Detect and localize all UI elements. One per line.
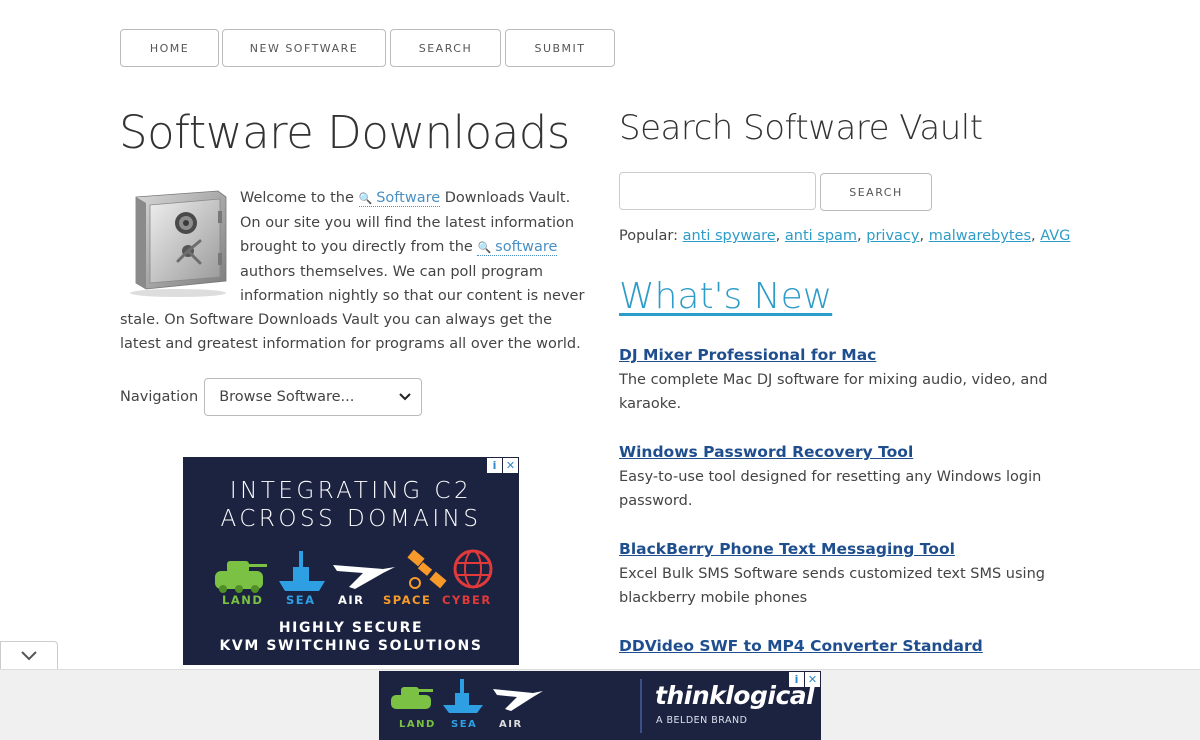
close-icon[interactable]: ✕ xyxy=(503,458,518,473)
ad-label-sea: SEA xyxy=(451,719,478,730)
popular-label: Popular: xyxy=(619,228,678,244)
ad-headline: INTEGRATING C2 ACROSS DOMAINS xyxy=(183,477,519,533)
jet-icon xyxy=(333,565,395,589)
keyword-link-software[interactable]: 🔍 Software xyxy=(358,190,441,207)
list-item: DDVideo SWF to MP4 Converter Standard xyxy=(619,635,1059,657)
ad-bottom-text: HIGHLY SECURE KVM SWITCHING SOLUTIONS xyxy=(183,619,519,655)
info-icon[interactable]: i xyxy=(487,458,502,473)
jet-icon xyxy=(493,689,543,711)
ad-label-land: LAND xyxy=(222,593,264,607)
tank-icon xyxy=(215,561,267,593)
intro-part-1: Welcome to the xyxy=(240,190,359,206)
popular-searches: Popular: anti spyware, anti spam, privac… xyxy=(619,228,1071,244)
navigation-select-value: Browse Software... xyxy=(219,389,355,405)
ad-label-land: LAND xyxy=(399,719,436,730)
entry-title-link[interactable]: DJ Mixer Professional for Mac xyxy=(619,344,1059,366)
ad-bottom-line-2: KVM SWITCHING SOLUTIONS xyxy=(219,638,483,654)
nav-search-button[interactable]: SEARCH xyxy=(390,29,501,67)
tank-icon xyxy=(391,687,433,709)
popular-link-anti-spam[interactable]: anti spam xyxy=(785,228,857,244)
search-icon: 🔍 xyxy=(477,241,492,254)
ad-headline-line-1: INTEGRATING C2 xyxy=(229,478,473,504)
navigation-label: Navigation xyxy=(120,389,199,405)
intro-text: Welcome to the 🔍 Software Downloads Vault… xyxy=(120,186,585,356)
brand-logo: thinklogical xyxy=(655,681,815,710)
search-icon: 🔍 xyxy=(358,192,373,205)
cyber-globe-icon xyxy=(453,549,493,589)
entry-title-link[interactable]: DDVideo SWF to MP4 Converter Standard xyxy=(619,635,1059,657)
popular-link-anti-spyware[interactable]: anti spyware xyxy=(683,228,776,244)
chevron-down-icon xyxy=(21,650,37,660)
navigation-select[interactable]: Browse Software... xyxy=(204,378,423,416)
ad-label-sea: SEA xyxy=(286,593,316,607)
ad-label-air: AIR xyxy=(499,719,523,730)
ad-label-cyber: CYBER xyxy=(442,593,492,607)
brand-subtitle: A BELDEN BRAND xyxy=(656,715,748,726)
search-button[interactable]: SEARCH xyxy=(820,173,932,211)
ad-divider xyxy=(640,679,642,733)
navigation-row: Navigation Browse Software... xyxy=(120,378,423,416)
satellite-icon xyxy=(407,549,447,589)
entry-description: Easy-to-use tool designed for resetting … xyxy=(619,469,1042,509)
whats-new-heading[interactable]: What's New xyxy=(619,276,832,317)
search-title: Search Software Vault xyxy=(619,108,983,148)
ad-label-space: SPACE xyxy=(383,593,432,607)
keyword-text: Software xyxy=(376,190,441,206)
advertisement-left[interactable]: i ✕ INTEGRATING C2 ACROSS DOMAINS LAND S… xyxy=(183,457,519,665)
entry-description: Excel Bulk SMS Software sends customized… xyxy=(619,566,1045,606)
advertisement-bottom[interactable]: i ✕ LAND SEA AIR thinklogical A BELDEN B… xyxy=(379,671,821,740)
nav-submit-button[interactable]: SUBMIT xyxy=(505,29,615,67)
whats-new-list: DJ Mixer Professional for Mac The comple… xyxy=(619,344,1059,682)
list-item: DJ Mixer Professional for Mac The comple… xyxy=(619,344,1059,416)
collapse-ad-button[interactable] xyxy=(0,641,58,669)
ad-headline-line-2: ACROSS DOMAINS xyxy=(220,506,482,532)
entry-title-link[interactable]: BlackBerry Phone Text Messaging Tool xyxy=(619,538,1059,560)
search-input[interactable] xyxy=(619,172,816,210)
chevron-down-icon xyxy=(399,393,411,401)
popular-link-privacy[interactable]: privacy xyxy=(866,228,919,244)
list-item: Windows Password Recovery Tool Easy-to-u… xyxy=(619,441,1059,513)
entry-title-link[interactable]: Windows Password Recovery Tool xyxy=(619,441,1059,463)
keyword-link-software-2[interactable]: 🔍 software xyxy=(477,239,558,256)
ad-bottom-line-1: HIGHLY SECURE xyxy=(278,620,424,636)
ship-icon xyxy=(279,551,325,591)
page-title: Software Downloads xyxy=(119,106,570,159)
keyword-text: software xyxy=(495,239,558,255)
nav-home-button[interactable]: HOME xyxy=(120,29,219,67)
ad-label-air: AIR xyxy=(338,593,365,607)
entry-description: The complete Mac DJ software for mixing … xyxy=(619,372,1048,412)
safe-icon xyxy=(130,190,227,297)
popular-link-malwarebytes[interactable]: malwarebytes xyxy=(929,228,1031,244)
list-item: BlackBerry Phone Text Messaging Tool Exc… xyxy=(619,538,1059,610)
ship-icon xyxy=(443,679,483,713)
nav-new-software-button[interactable]: NEW SOFTWARE xyxy=(222,29,386,67)
popular-link-avg[interactable]: AVG xyxy=(1040,228,1070,244)
